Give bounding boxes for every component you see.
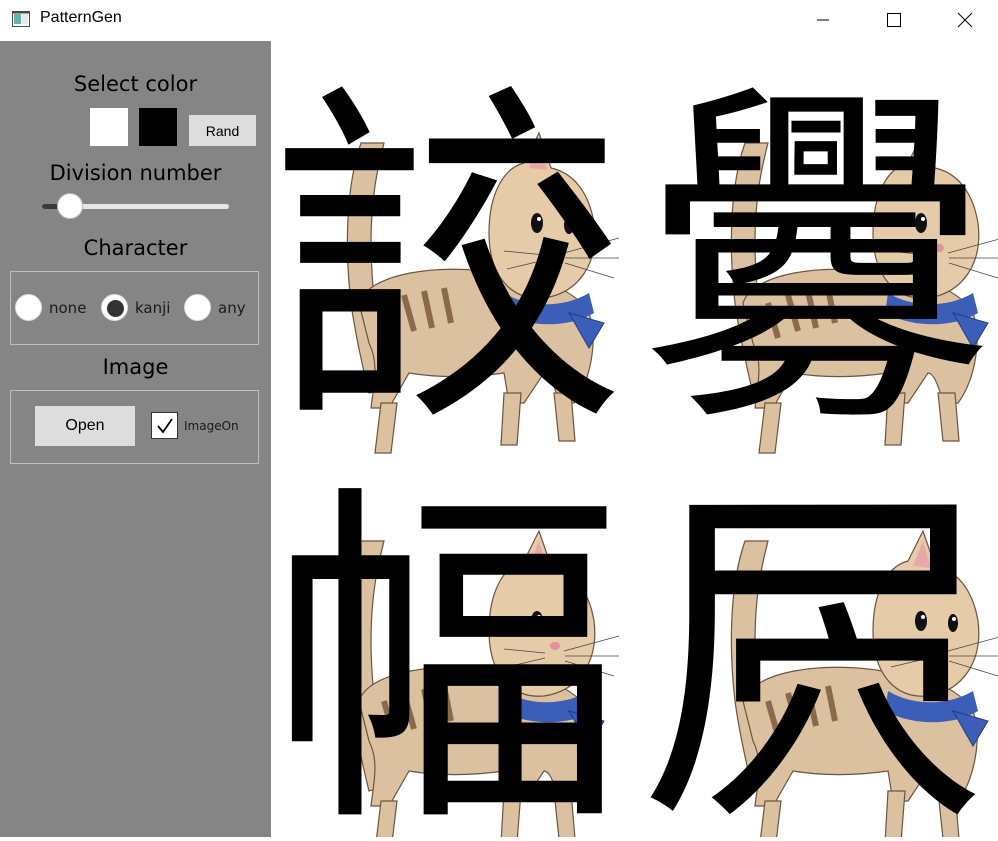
division-number-label: Division number: [49, 161, 222, 185]
color-swatch-black[interactable]: [139, 108, 177, 146]
radio-none[interactable]: [15, 294, 42, 321]
character-label: Character: [83, 236, 188, 260]
image-on-checkbox[interactable]: [151, 412, 178, 439]
radio-kanji-label: kanji: [135, 299, 171, 317]
rand-button[interactable]: Rand: [189, 115, 256, 146]
pattern-char-1: 詨: [271, 56, 624, 470]
color-swatch-white[interactable]: [90, 108, 128, 146]
maximize-icon: [887, 13, 901, 27]
open-button[interactable]: Open: [35, 406, 135, 446]
control-panel: Select color Rand Division number Charac…: [0, 41, 271, 837]
radio-any-label: any: [218, 299, 246, 317]
pattern-char-2: 釁: [639, 56, 994, 470]
division-slider-thumb[interactable]: [57, 193, 84, 219]
image-on-label: ImageOn: [184, 419, 239, 433]
minimize-icon: [817, 19, 829, 21]
maximize-button[interactable]: [871, 0, 917, 40]
close-button[interactable]: [942, 0, 988, 40]
title-bar: PatternGen: [0, 0, 998, 40]
minimize-button[interactable]: [800, 0, 846, 40]
select-color-label: Select color: [73, 72, 198, 96]
pattern-canvas: 詨 釁 幅 屄: [269, 41, 998, 841]
pattern-char-4: 屄: [639, 456, 994, 837]
radio-none-label: none: [49, 299, 87, 317]
radio-any[interactable]: [184, 294, 211, 321]
radio-kanji[interactable]: [101, 294, 128, 321]
window-title: PatternGen: [40, 9, 122, 26]
image-label: Image: [102, 355, 169, 379]
pattern-char-3: 幅: [271, 456, 624, 837]
checkmark-icon: [156, 417, 173, 433]
app-icon: [12, 11, 30, 27]
close-icon: [957, 12, 973, 28]
